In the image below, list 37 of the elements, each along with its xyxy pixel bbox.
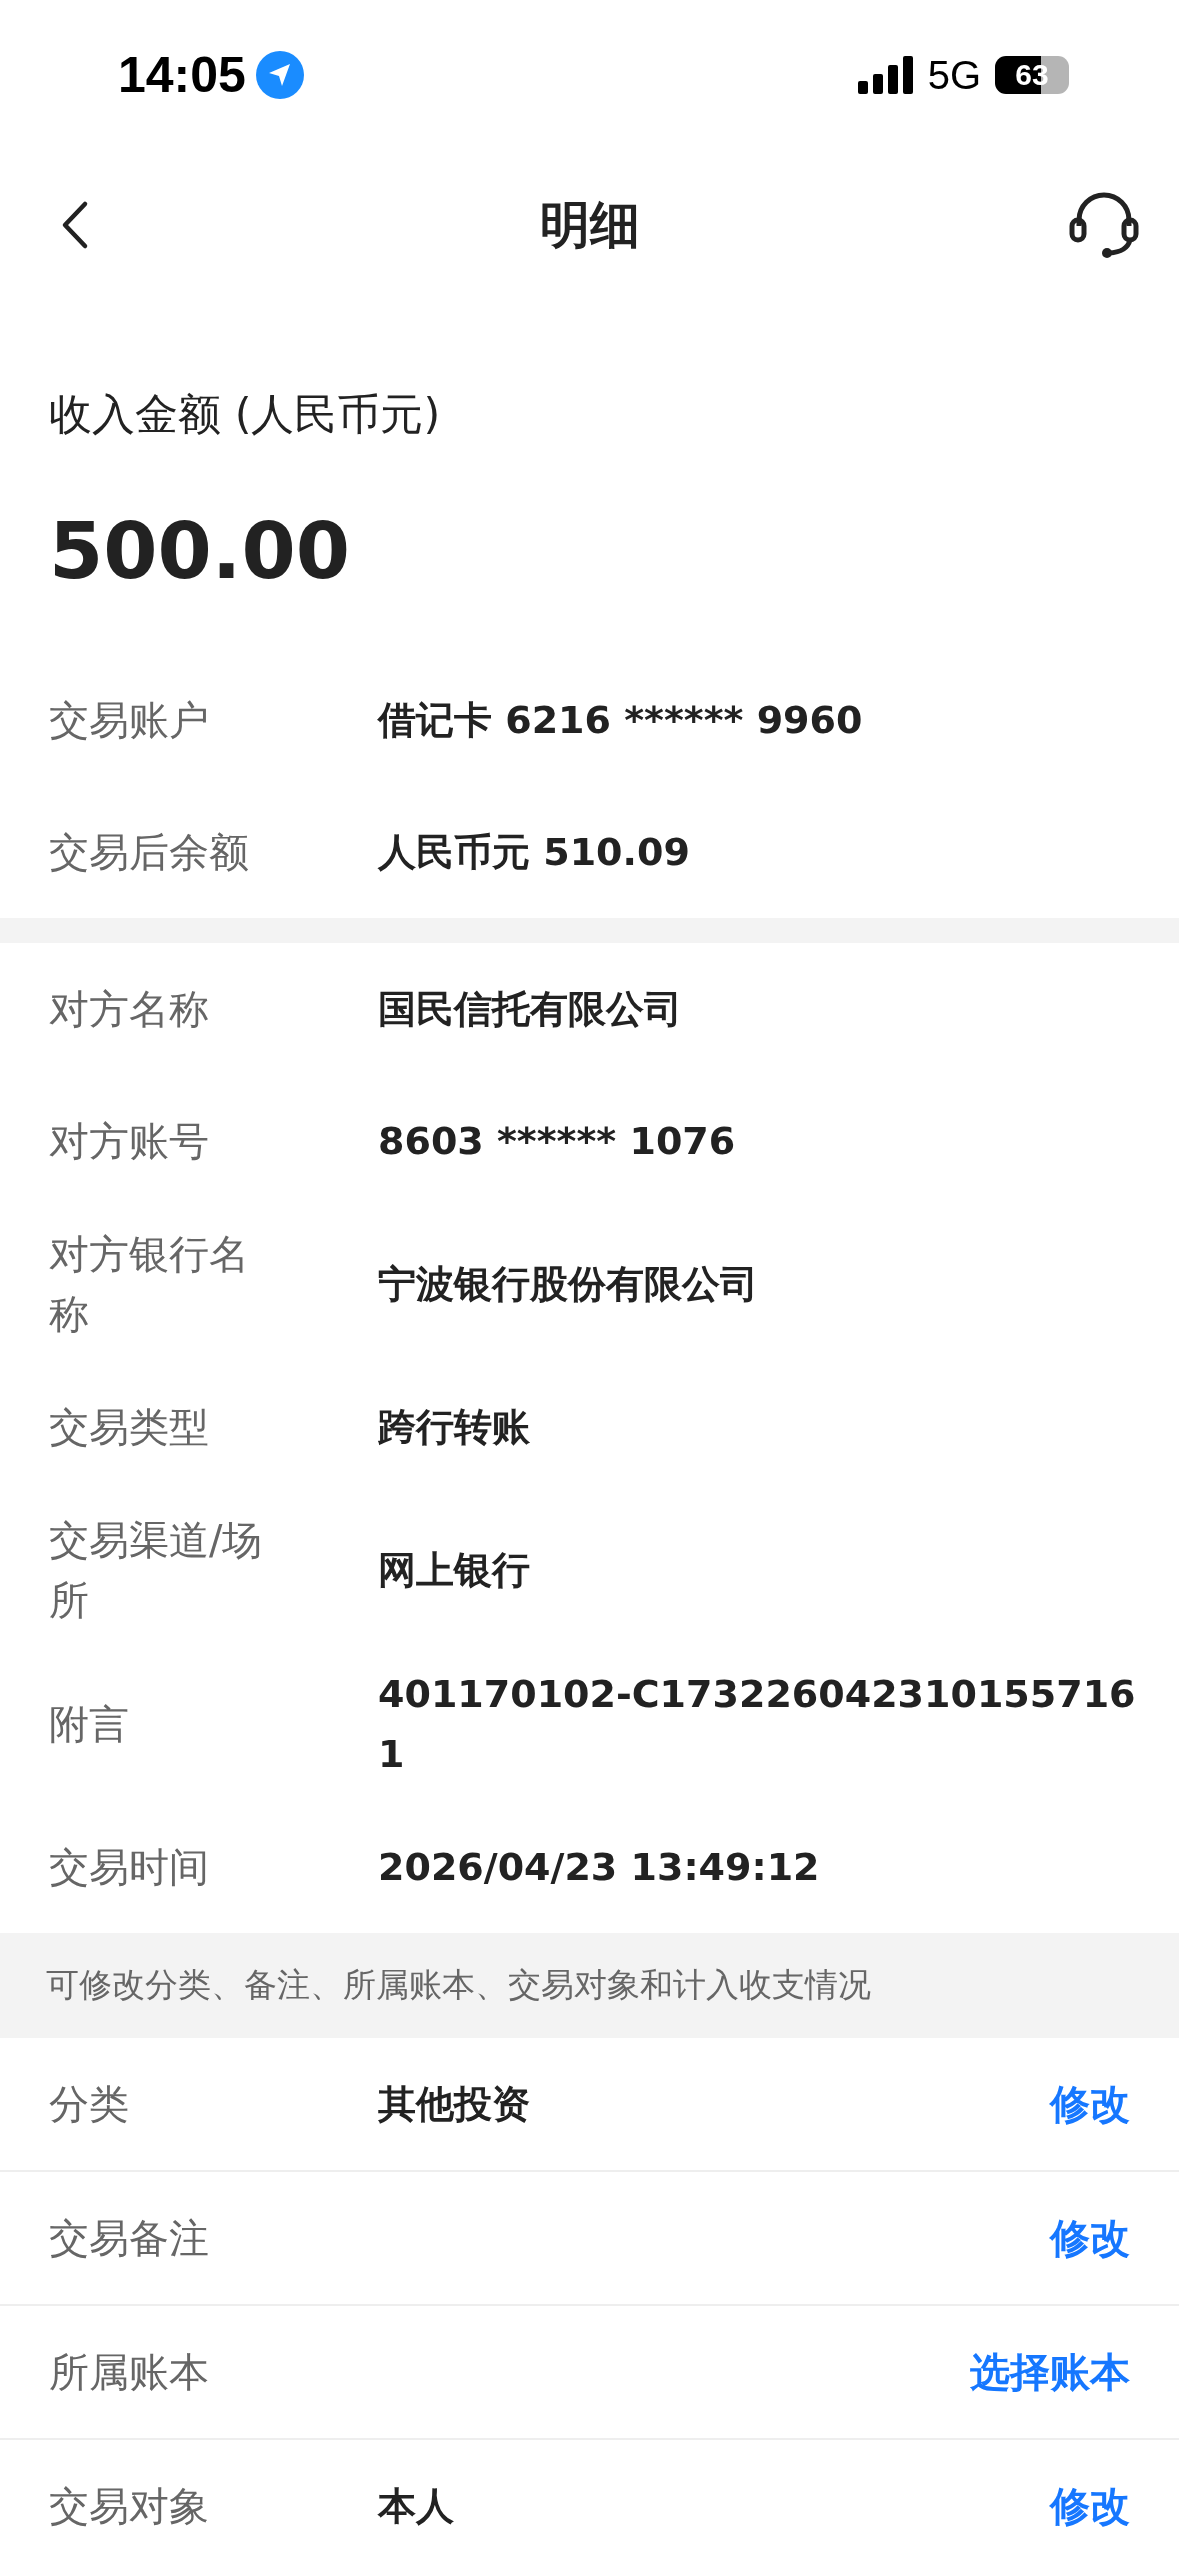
network-type: 5G xyxy=(927,52,981,98)
field-value: 其他投资 xyxy=(378,2082,530,2126)
field-label: 交易账户 xyxy=(48,696,210,745)
field-label: 对方银行名称 xyxy=(48,1230,250,1339)
field-label: 所属账本 xyxy=(48,2348,210,2397)
field-label: 交易时间 xyxy=(48,1843,210,1892)
field-value: 401170102-C1732260423101557161 xyxy=(378,1671,1137,1778)
field-label: 交易后余额 xyxy=(48,828,250,877)
field-value: 8603 ****** 1076 xyxy=(378,1118,737,1165)
field-value: 跨行转账 xyxy=(378,1404,531,1451)
amount-value: 500.00 xyxy=(49,505,351,598)
clock-time: 14:05 xyxy=(118,46,246,104)
field-value: 本人 xyxy=(378,2484,454,2528)
edit-link[interactable]: 修改 xyxy=(1050,2478,1130,2534)
field-label: 对方名称 xyxy=(48,985,210,1034)
back-button[interactable] xyxy=(60,200,90,250)
signal-icon xyxy=(857,55,914,95)
field-value: 网上银行 xyxy=(378,1547,531,1594)
headset-button[interactable] xyxy=(1067,190,1141,260)
field-value: 借记卡 6216 ****** 9960 xyxy=(378,697,864,744)
field-label: 交易备注 xyxy=(48,2214,210,2263)
field-value: 宁波银行股份有限公司 xyxy=(378,1261,759,1308)
edit-hint: 可修改分类、备注、所属账本、交易对象和计入收支情况 xyxy=(0,1933,1179,2038)
page-title: 明细 xyxy=(539,194,640,256)
amount-label: 收入金额 (人民币元) xyxy=(49,388,442,441)
field-label: 交易对象 xyxy=(48,2482,210,2531)
field-label: 交易类型 xyxy=(48,1403,210,1452)
field-label: 附言 xyxy=(48,1700,130,1749)
field-label: 对方账号 xyxy=(48,1117,210,1166)
edit-link[interactable]: 选择账本 xyxy=(970,2344,1130,2400)
field-value: 国民信托有限公司 xyxy=(378,986,683,1033)
field-label: 分类 xyxy=(48,2080,130,2129)
field-label: 交易渠道/场所 xyxy=(48,1516,264,1625)
field-value: 2026/04/23 13:49:12 xyxy=(378,1844,821,1891)
field-value: 人民币元 510.09 xyxy=(378,829,691,876)
edit-link[interactable]: 修改 xyxy=(1050,2210,1130,2266)
edit-link[interactable]: 修改 xyxy=(1050,2076,1130,2132)
